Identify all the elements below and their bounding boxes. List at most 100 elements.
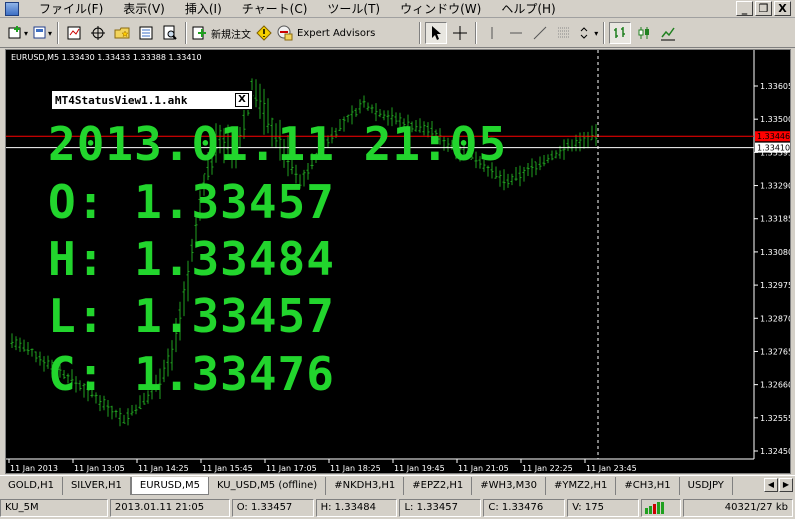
time-label: 11 Jan 15:45 <box>202 464 253 473</box>
chart-tab[interactable]: #WH3,M30 <box>472 476 546 495</box>
candlestick-icon <box>638 27 650 39</box>
candlestick-button[interactable] <box>633 22 655 44</box>
toolbar-separator <box>603 22 606 44</box>
price-label: 1.32450 <box>760 447 791 456</box>
toolbar: ▾ ▾ 新規注文 Expert Advisors ▾ <box>0 19 795 48</box>
time-label: 11 Jan 21:05 <box>458 464 509 473</box>
terminal-button[interactable] <box>135 22 157 44</box>
price-label: 1.33080 <box>760 248 791 257</box>
dropdown-arrow-icon: ▾ <box>23 28 28 38</box>
tab-scroll-right-button[interactable]: ▶ <box>779 478 793 492</box>
status-bar-datetime: 2013.01.11 21:05 <box>109 499 230 517</box>
dropdown-arrow-icon: ▾ <box>47 28 52 38</box>
chart-tab[interactable]: USDJPY <box>680 476 733 495</box>
trendline-button[interactable] <box>529 22 551 44</box>
price-label: 1.32765 <box>760 347 791 356</box>
new-order-icon <box>192 26 206 40</box>
cursor-tool-button[interactable] <box>425 22 448 44</box>
close-window-button[interactable]: X <box>774 1 791 16</box>
vertical-line-button[interactable] <box>481 22 503 44</box>
horizontal-line-button[interactable] <box>505 22 527 44</box>
chart-tab[interactable]: KU_USD,M5 (offline) <box>209 476 327 495</box>
connection-status-icon <box>641 499 682 517</box>
market-watch-icon <box>67 26 81 40</box>
menu-tools[interactable]: ツール(T) <box>317 0 390 18</box>
chart-header: EURUSD,M5 1.33430 1.33433 1.33388 1.3341… <box>11 53 202 62</box>
toolbar-separator <box>419 22 422 44</box>
status-bar-open: O: 1.33457 <box>231 499 314 517</box>
status-bar-high: H: 1.33484 <box>315 499 398 517</box>
crosshair-target-icon <box>91 26 105 40</box>
crosshair-icon <box>453 26 468 40</box>
channel-button[interactable] <box>553 22 575 44</box>
status-close: C: 1.33476 <box>48 347 335 401</box>
line-chart-button[interactable] <box>657 22 679 44</box>
time-label: 11 Jan 14:25 <box>138 464 189 473</box>
price-label: 1.32975 <box>760 281 791 290</box>
price-label: 1.33185 <box>760 215 791 224</box>
cursor-arrow-icon <box>432 26 442 40</box>
minimize-button[interactable]: _ <box>736 1 753 16</box>
ask-price-label: 1.33446 <box>757 132 790 141</box>
new-order-label: 新規注文 <box>211 29 251 41</box>
chart-tab[interactable]: #YMZ2,H1 <box>546 476 617 495</box>
bar-chart-button[interactable] <box>609 22 632 44</box>
time-label: 11 Jan 23:45 <box>586 464 637 473</box>
new-chart-icon <box>8 26 21 39</box>
line-chart-icon <box>661 27 676 41</box>
new-chart-button[interactable]: ▾ <box>7 22 29 44</box>
channel-icon <box>558 27 571 38</box>
status-open: O: 1.33457 <box>48 175 335 229</box>
status-bar-close: C: 1.33476 <box>483 499 566 517</box>
shapes-button[interactable]: ▾ <box>577 22 599 44</box>
profiles-button[interactable]: ▾ <box>31 22 53 44</box>
time-label: 11 Jan 13:05 <box>74 464 125 473</box>
menu-help[interactable]: ヘルプ(H) <box>491 0 565 18</box>
expert-advisors-button[interactable]: Expert Advisors <box>277 22 375 44</box>
tab-scroll-left-button[interactable]: ◀ <box>764 478 778 492</box>
status-bar: KU_5M 2013.01.11 21:05 O: 1.33457 H: 1.3… <box>0 497 795 519</box>
terminal-icon <box>139 26 153 40</box>
status-datetime: 2013.01.11 21:05 <box>48 117 508 171</box>
chart-tabs: GOLD,H1 SILVER,H1 EURUSD,M5 KU_USD,M5 (offl… <box>0 475 795 495</box>
expert-advisors-label: Expert Advisors <box>297 27 376 39</box>
new-order-button[interactable]: 新規注文 <box>191 22 251 44</box>
time-label: 11 Jan 17:05 <box>266 464 317 473</box>
menu-file[interactable]: ファイル(F) <box>29 0 113 18</box>
app-icon[interactable] <box>5 1 19 16</box>
chart-tab[interactable]: #NKDH3,H1 <box>326 476 405 495</box>
restore-button[interactable]: ❐ <box>755 1 772 16</box>
toolbar-separator <box>475 22 478 44</box>
chart-tab[interactable]: SILVER,H1 <box>63 476 131 495</box>
time-label: 11 Jan 19:45 <box>394 464 445 473</box>
price-label: 1.32555 <box>760 414 791 423</box>
bid-price-label: 1.33410 <box>757 144 790 153</box>
menu-window[interactable]: ウィンドウ(W) <box>390 0 491 18</box>
status-view-titlebar[interactable]: MT4StatusView1.1.ahk X <box>51 90 253 110</box>
time-label: 11 Jan 22:25 <box>522 464 573 473</box>
chart-tab[interactable]: #EPZ2,H1 <box>404 476 473 495</box>
market-watch-button[interactable] <box>63 22 85 44</box>
metaeditor-button[interactable] <box>253 22 275 44</box>
trendline-icon <box>533 26 547 40</box>
time-label: 11 Jan 2013 <box>10 464 58 473</box>
menu-chart[interactable]: チャート(C) <box>232 0 318 18</box>
folder-star-icon <box>114 27 130 39</box>
price-label: 1.33500 <box>760 115 791 124</box>
close-icon[interactable]: X <box>235 93 249 107</box>
crosshair-tool-button[interactable] <box>449 22 471 44</box>
status-high: H: 1.33484 <box>48 232 335 286</box>
profiles-icon <box>33 26 46 39</box>
tester-button[interactable] <box>159 22 181 44</box>
status-bar-low: L: 1.33457 <box>399 499 482 517</box>
price-label: 1.33605 <box>760 82 791 91</box>
menu-insert[interactable]: 挿入(I) <box>175 0 232 18</box>
chart-tab[interactable]: EURUSD,M5 <box>130 476 210 495</box>
chart-tab[interactable]: GOLD,H1 <box>0 476 63 495</box>
dropdown-arrow-icon: ▾ <box>594 28 599 38</box>
navigator-button[interactable] <box>111 22 133 44</box>
chart-tab[interactable]: #CH3,H1 <box>616 476 680 495</box>
status-profile: KU_5M <box>0 499 108 517</box>
menu-view[interactable]: 表示(V) <box>113 0 175 18</box>
data-window-button[interactable] <box>87 22 109 44</box>
